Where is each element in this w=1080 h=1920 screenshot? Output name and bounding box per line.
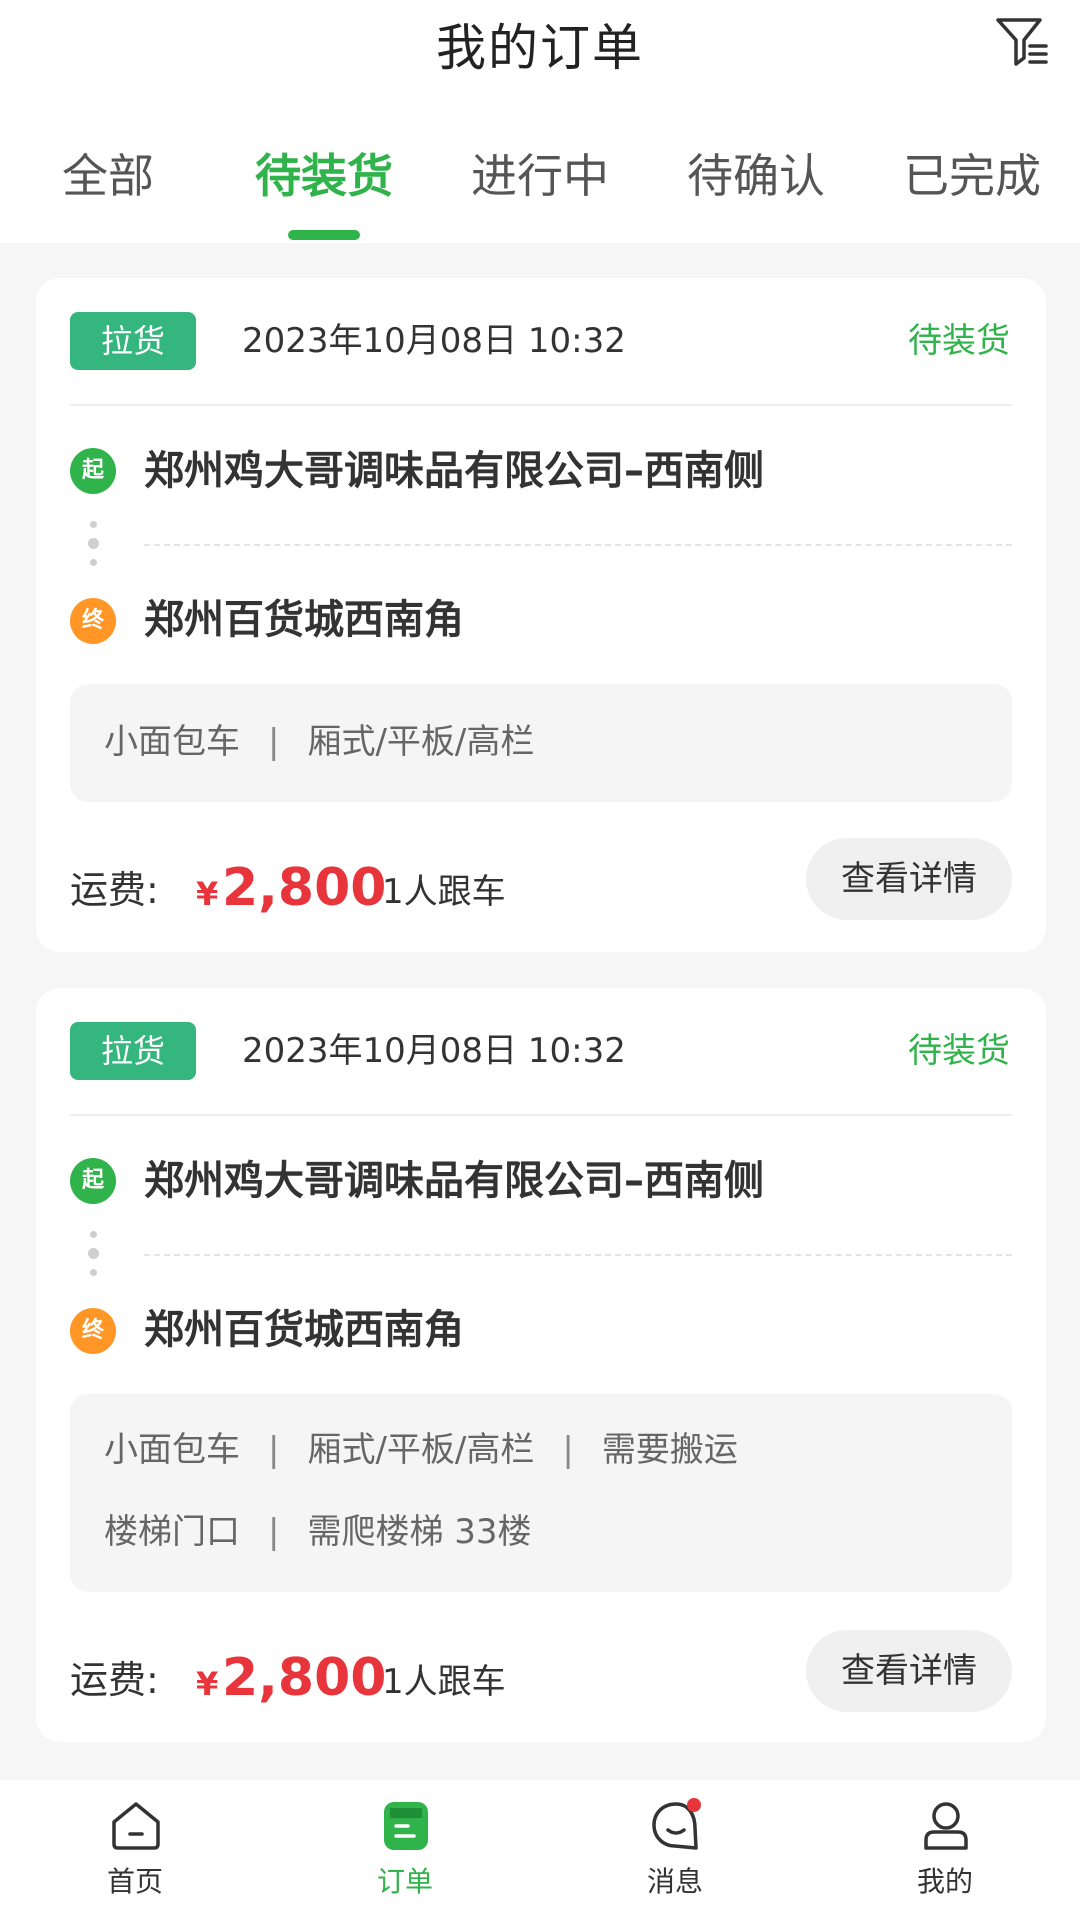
spec-item: 需要搬运 [601, 1430, 738, 1470]
spec-line: 小面包车 | 厢式/平板/高栏 [104, 722, 535, 762]
fee-amount: 2,800 [222, 1648, 387, 1708]
follow-count: 1人跟车 [382, 872, 506, 912]
fee-label: 运费: [70, 868, 159, 912]
spec-item: 需爬楼梯 33楼 [307, 1512, 532, 1552]
tab-completed[interactable]: 已完成 [864, 140, 1080, 206]
spec-item: 楼梯门口 [104, 1512, 240, 1552]
end-pin-icon: 终 [70, 598, 116, 644]
end-pin-icon: 终 [70, 1308, 116, 1354]
route-divider [144, 1254, 1012, 1256]
tab-all[interactable]: 全部 [0, 140, 216, 206]
order-datetime: 2023年10月08日 10:32 [242, 1031, 626, 1071]
fee-amount: 2,800 [222, 858, 387, 918]
end-address: 郑州百货城西南角 [144, 1307, 464, 1353]
order-type-badge: 拉货 [70, 1022, 196, 1080]
tab-in-progress[interactable]: 进行中 [432, 140, 648, 206]
nav-label: 订单 [376, 1865, 433, 1898]
tab-pending-confirm[interactable]: 待确认 [648, 140, 864, 206]
vehicle-spec-box: 小面包车 | 厢式/平板/高栏 | 需要搬运 楼梯门口 | 需爬楼梯 33楼 [70, 1394, 1012, 1592]
nav-label: 首页 [106, 1865, 163, 1898]
spec-line: 小面包车 | 厢式/平板/高栏 | 需要搬运 [104, 1430, 738, 1470]
message-icon [652, 1798, 701, 1850]
order-status: 待装货 [908, 1031, 1010, 1071]
nav-messages[interactable]: 消息 [540, 1780, 810, 1920]
route-divider [144, 544, 1012, 546]
divider [70, 1114, 1012, 1116]
end-address: 郑州百货城西南角 [144, 597, 464, 643]
nav-label: 我的 [916, 1865, 973, 1898]
view-details-button[interactable]: 查看详情 [806, 1630, 1012, 1712]
bottom-nav: 首页 订单 消息 我的 [0, 1780, 1080, 1920]
nav-orders[interactable]: 订单 [270, 1780, 540, 1920]
start-pin-icon: 起 [70, 448, 116, 494]
spec-line: 楼梯门口 | 需爬楼梯 33楼 [104, 1512, 532, 1552]
divider [70, 404, 1012, 406]
order-tabs: 全部 待装货 进行中 待确认 已完成 [0, 140, 1080, 210]
spec-item: 厢式/平板/高栏 [307, 722, 535, 762]
order-card[interactable]: 拉货 2023年10月08日 10:32 待装货 起 郑州鸡大哥调味品有限公司–… [36, 278, 1046, 952]
start-address: 郑州鸡大哥调味品有限公司–西南侧 [144, 448, 764, 494]
order-datetime: 2023年10月08日 10:32 [242, 321, 626, 361]
nav-profile[interactable]: 我的 [810, 1780, 1080, 1920]
order-icon [384, 1802, 428, 1850]
start-address: 郑州鸡大哥调味品有限公司–西南侧 [144, 1158, 764, 1204]
tab-pending-loading[interactable]: 待装货 [216, 140, 432, 206]
filter-icon [996, 18, 1048, 66]
vehicle-spec-box: 小面包车 | 厢式/平板/高栏 [70, 684, 1012, 802]
fee-label: 运费: [70, 1658, 159, 1702]
view-details-button[interactable]: 查看详情 [806, 838, 1012, 920]
top-header: 我的订单 全部 待装货 进行中 待确认 已完成 [0, 0, 1080, 243]
currency-symbol: ¥ [196, 875, 219, 913]
spec-item: 小面包车 [104, 1430, 240, 1470]
start-pin-icon: 起 [70, 1158, 116, 1204]
active-tab-indicator [288, 230, 360, 240]
filter-button[interactable] [994, 14, 1050, 70]
nav-home[interactable]: 首页 [0, 1780, 270, 1920]
currency-symbol: ¥ [196, 1665, 219, 1703]
order-type-badge: 拉货 [70, 312, 196, 370]
route-dots [88, 521, 99, 566]
profile-icon [924, 1802, 968, 1850]
home-icon [112, 1802, 160, 1850]
spec-item: 小面包车 [104, 722, 240, 762]
spec-item: 厢式/平板/高栏 [307, 1430, 535, 1470]
page-title: 我的订单 [436, 19, 644, 77]
order-card[interactable]: 拉货 2023年10月08日 10:32 待装货 起 郑州鸡大哥调味品有限公司–… [36, 988, 1046, 1742]
order-status: 待装货 [908, 321, 1010, 361]
follow-count: 1人跟车 [382, 1662, 506, 1702]
route-dots [88, 1231, 99, 1276]
nav-label: 消息 [646, 1865, 703, 1898]
